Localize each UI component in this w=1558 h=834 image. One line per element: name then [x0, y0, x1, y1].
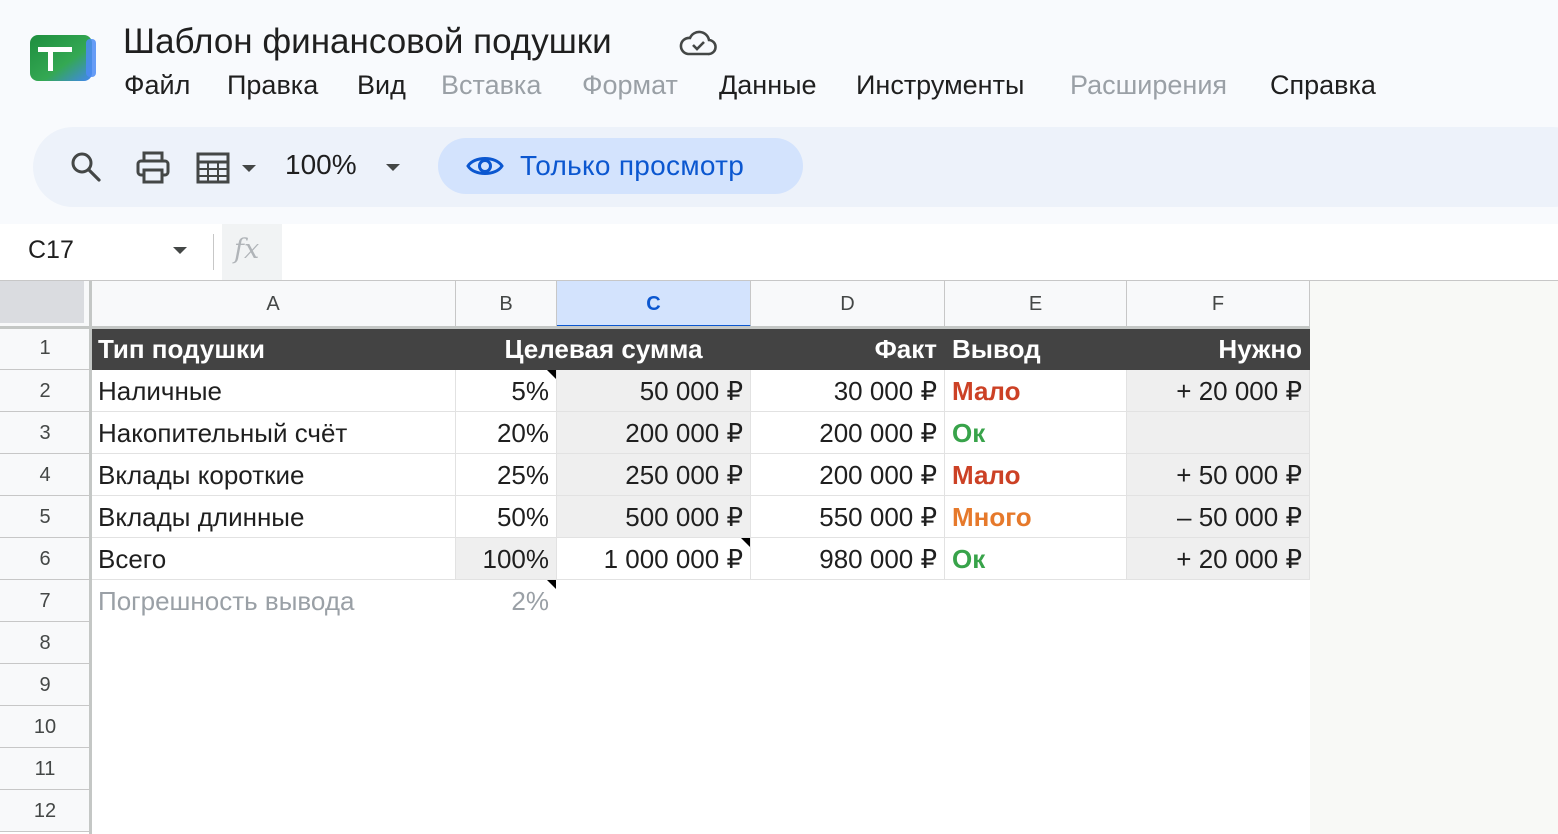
paint-format-table-icon[interactable]	[195, 151, 231, 185]
frozen-column-divider[interactable]	[89, 281, 92, 834]
cell-a7[interactable]: Погрешность вывода	[91, 580, 456, 622]
column-header-b[interactable]: B	[456, 281, 557, 327]
row-header-1[interactable]: 1	[0, 327, 91, 370]
menu-data[interactable]: Данные	[719, 70, 817, 101]
row-header-10[interactable]: 10	[0, 706, 91, 748]
zoom-chevron-down-icon[interactable]	[385, 163, 401, 173]
cell-d4[interactable]: 200 000 ₽	[751, 454, 945, 496]
cell-f2[interactable]: + 20 000 ₽	[1127, 370, 1310, 412]
cell-a1[interactable]: Тип подушки	[91, 328, 456, 370]
select-all-corner[interactable]	[0, 281, 91, 328]
frozen-row-divider[interactable]	[0, 326, 1310, 329]
cloud-saved-icon[interactable]	[678, 30, 718, 58]
cell-c3[interactable]: 200 000 ₽	[557, 412, 751, 454]
formula-bar: C17 fx	[0, 224, 1558, 281]
row-header-5[interactable]: 5	[0, 496, 91, 538]
name-box-chevron-down-icon[interactable]	[172, 246, 188, 256]
cell-b5[interactable]: 50%	[456, 496, 557, 538]
cell-c4[interactable]: 250 000 ₽	[557, 454, 751, 496]
formula-bar-divider	[213, 234, 214, 270]
grid-outside-area	[1310, 281, 1558, 834]
top-bar: Шаблон финансовой подушки Файл Правка Ви…	[0, 0, 1558, 224]
eye-icon	[466, 157, 504, 175]
column-header-e[interactable]: E	[945, 281, 1127, 327]
cell-e5[interactable]: Много	[945, 496, 1127, 538]
cell-e3[interactable]: Ок	[945, 412, 1127, 454]
menu-view[interactable]: Вид	[357, 70, 406, 101]
cell-b6[interactable]: 100%	[456, 538, 557, 580]
cell-b2[interactable]: 5%	[456, 370, 557, 412]
row-header-8[interactable]: 8	[0, 622, 91, 664]
row-header-11[interactable]: 11	[0, 748, 91, 790]
chevron-down-icon[interactable]	[241, 164, 257, 174]
toolbar: 100% Только просмотр	[33, 127, 1558, 207]
document-title[interactable]: Шаблон финансовой подушки	[123, 22, 612, 62]
cell-b4[interactable]: 25%	[456, 454, 557, 496]
row-header-9[interactable]: 9	[0, 664, 91, 706]
cell-b3[interactable]: 20%	[456, 412, 557, 454]
name-box[interactable]: C17	[28, 236, 74, 265]
column-header-f[interactable]: F	[1127, 281, 1310, 327]
menu-format[interactable]: Формат	[582, 70, 678, 101]
row-header-7[interactable]: 7	[0, 580, 91, 622]
sheet-grid[interactable]: A B C D E F 1 2 3 4 5 6 7 8 9 10 11 12 Т…	[0, 281, 1558, 834]
cell-d1[interactable]: Факт	[751, 328, 945, 370]
cell-d3[interactable]: 200 000 ₽	[751, 412, 945, 454]
cell-b7[interactable]: 2%	[456, 580, 557, 622]
column-header-d[interactable]: D	[751, 281, 945, 327]
row-header-4[interactable]: 4	[0, 454, 91, 496]
cell-c6[interactable]: 1 000 000 ₽	[557, 538, 751, 580]
cell-f3[interactable]	[1127, 412, 1310, 454]
cell-a5[interactable]: Вклады длинные	[91, 496, 456, 538]
note-triangle-icon	[547, 580, 556, 589]
view-only-label: Только просмотр	[520, 150, 745, 181]
cell-d6[interactable]: 980 000 ₽	[751, 538, 945, 580]
column-header-c[interactable]: C	[557, 281, 751, 327]
menu-tools[interactable]: Инструменты	[856, 70, 1024, 101]
note-triangle-icon	[547, 370, 556, 379]
cell-e4[interactable]: Мало	[945, 454, 1127, 496]
cell-b1-target-sum: Целевая сумма	[504, 334, 703, 364]
row-header-12[interactable]: 12	[0, 790, 91, 832]
row-header-6[interactable]: 6	[0, 538, 91, 580]
menu-insert[interactable]: Вставка	[441, 70, 541, 101]
cell-c2[interactable]: 50 000 ₽	[557, 370, 751, 412]
cell-a3[interactable]: Накопительный счёт	[91, 412, 456, 454]
cell-a4[interactable]: Вклады короткие	[91, 454, 456, 496]
cell-f1[interactable]: Нужно	[1127, 328, 1310, 370]
row-header-3[interactable]: 3	[0, 412, 91, 454]
cell-a2[interactable]: Наличные	[91, 370, 456, 412]
cell-e2[interactable]: Мало	[945, 370, 1127, 412]
cell-e6[interactable]: Ок	[945, 538, 1127, 580]
cell-f6[interactable]: + 20 000 ₽	[1127, 538, 1310, 580]
cell-a6[interactable]: Всего	[91, 538, 456, 580]
row-header-2[interactable]: 2	[0, 370, 91, 412]
column-header-a[interactable]: A	[91, 281, 456, 327]
cell-f5[interactable]: – 50 000 ₽	[1127, 496, 1310, 538]
cell-f4[interactable]: + 50 000 ₽	[1127, 454, 1310, 496]
note-triangle-icon	[741, 538, 750, 547]
cell-c5[interactable]: 500 000 ₽	[557, 496, 751, 538]
view-only-button[interactable]: Только просмотр	[438, 138, 803, 194]
zoom-select[interactable]: 100%	[285, 149, 357, 181]
cell-d2[interactable]: 30 000 ₽	[751, 370, 945, 412]
cell-d5[interactable]: 550 000 ₽	[751, 496, 945, 538]
menu-edit[interactable]: Правка	[227, 70, 318, 101]
sheets-logo-icon[interactable]	[30, 35, 96, 81]
menu-help[interactable]: Справка	[1270, 70, 1376, 101]
print-icon[interactable]	[135, 151, 171, 185]
menu-file[interactable]: Файл	[124, 70, 190, 101]
menu-extensions[interactable]: Расширения	[1070, 70, 1227, 101]
fx-icon: fx	[222, 224, 282, 280]
search-icon[interactable]	[70, 151, 102, 183]
cell-e1[interactable]: Вывод	[945, 328, 1127, 370]
